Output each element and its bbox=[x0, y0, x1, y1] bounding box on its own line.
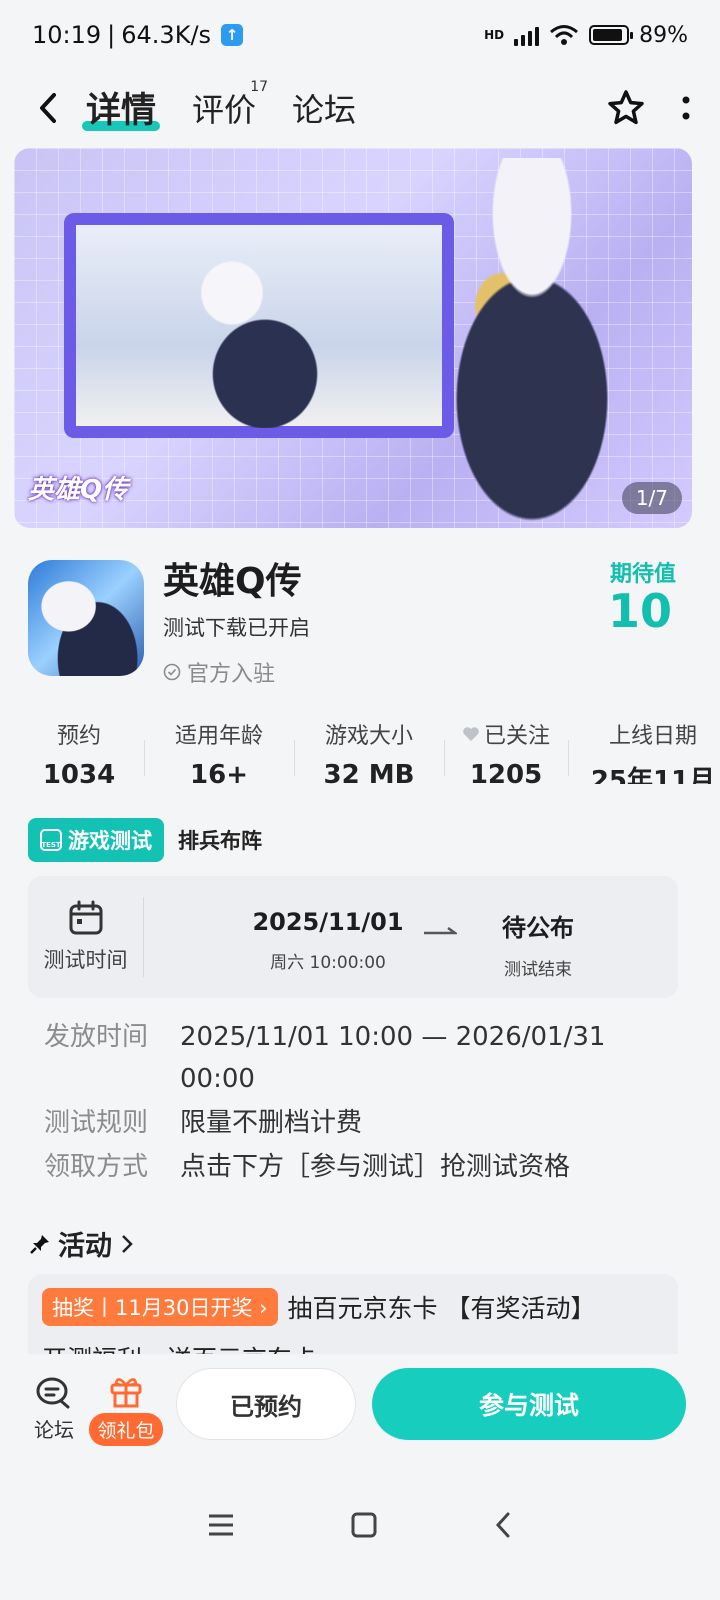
tab-details[interactable]: 详情 bbox=[82, 82, 161, 133]
lottery-badge: 抽奖丨11月30日开奖 › bbox=[42, 1288, 278, 1326]
activity-title: 活动 bbox=[58, 1231, 112, 1262]
game-app-icon bbox=[28, 560, 144, 676]
gift-label: 领礼包 bbox=[89, 1412, 163, 1446]
game-test-tag[interactable]: TEST 游戏测试 bbox=[28, 818, 164, 862]
join-test-button[interactable]: 参与测试 bbox=[372, 1368, 686, 1440]
detail-key: 领取方式 bbox=[44, 1152, 149, 1182]
header: 详情 评价 17 论坛 bbox=[0, 70, 720, 145]
gift-icon bbox=[110, 1377, 142, 1407]
game-subtitle: 测试下载已开启 bbox=[163, 616, 310, 640]
tab-details-label: 详情 bbox=[86, 91, 157, 131]
test-badge-icon: TEST bbox=[40, 829, 62, 851]
official-badge: 官方入驻 bbox=[163, 656, 275, 688]
banner-carousel[interactable]: 英雄Q传 1/7 bbox=[14, 148, 692, 528]
tab-forum[interactable]: 论坛 bbox=[292, 85, 356, 131]
forum-label: 论坛 bbox=[34, 1417, 74, 1442]
menu-icon[interactable] bbox=[207, 1513, 235, 1537]
stat-value: 32 MB bbox=[323, 760, 415, 784]
detail-key: 发放时间 bbox=[44, 1022, 149, 1052]
official-label: 官方入驻 bbox=[187, 662, 276, 687]
reserved-button[interactable]: 已预约 bbox=[176, 1368, 356, 1440]
stat-followers[interactable]: 已关注 1205 bbox=[444, 718, 568, 790]
detail-row-release: 发放时间 2025/11/01 10:00 — 2026/01/31 00:00 bbox=[44, 1016, 684, 1100]
bottom-action-bar: 论坛 领礼包 已预约 参与测试 bbox=[0, 1354, 720, 1464]
test-end-date: 待公布 bbox=[502, 914, 574, 942]
test-end-block: 待公布 测试结束 bbox=[468, 908, 608, 980]
stat-size: 游戏大小 32 MB bbox=[294, 718, 444, 790]
lottery-badge-label: 抽奖丨11月30日开奖 bbox=[52, 1296, 253, 1320]
game-title: 英雄Q传 bbox=[163, 561, 302, 602]
battery-icon bbox=[589, 25, 634, 45]
calendar-icon bbox=[69, 900, 102, 935]
activity-text: 抽百元京东卡 【有奖活动】 bbox=[287, 1294, 596, 1323]
pin-icon bbox=[30, 1234, 49, 1254]
chat-bubble-icon bbox=[36, 1377, 70, 1408]
signal-icon bbox=[514, 24, 540, 46]
stat-value: 25年11月 bbox=[590, 766, 716, 784]
check-circle-icon bbox=[163, 663, 181, 681]
tab-reviews[interactable]: 评价 17 bbox=[192, 79, 268, 131]
reviews-count: 17 bbox=[250, 78, 269, 95]
category-tag[interactable]: 排兵布阵 bbox=[178, 825, 262, 855]
wifi-icon bbox=[550, 25, 579, 45]
arrow-right-icon bbox=[424, 926, 457, 935]
stat-value: 16+ bbox=[190, 760, 248, 784]
tags-row: TEST 游戏测试 排兵布阵 bbox=[28, 818, 262, 862]
test-time-card: 测试时间 2025/11/01 周六 10:00:00 待公布 测试结束 bbox=[28, 876, 678, 998]
game-test-tag-label: 游戏测试 bbox=[68, 829, 152, 853]
star-favorite-icon[interactable] bbox=[606, 88, 646, 128]
stat-release-date: 上线日期 25年11月 bbox=[568, 718, 720, 790]
stat-label: 适用年龄 bbox=[174, 724, 263, 749]
stat-label: 已关注 bbox=[483, 724, 550, 749]
activity-text-secondary: 开测福利，送百元京东卡 bbox=[42, 1340, 664, 1354]
stats-row[interactable]: 预约 1034 适用年龄 16+ 游戏大小 32 MB 已关注 1205 上线日… bbox=[14, 718, 720, 790]
detail-row-rules: 测试规则 限量不删档计费 bbox=[44, 1102, 684, 1144]
test-start-block: 2025/11/01 周六 10:00:00 bbox=[238, 908, 418, 973]
activity-section-header[interactable]: 活动 bbox=[30, 1224, 134, 1263]
home-icon[interactable] bbox=[350, 1511, 378, 1539]
test-details: 发放时间 2025/11/01 10:00 — 2026/01/31 00:00… bbox=[44, 1016, 684, 1190]
detail-value: 点击下方［参与测试］抢测试资格 bbox=[180, 1152, 571, 1182]
stat-reservations: 预约 1034 bbox=[14, 718, 144, 790]
status-bar: 10:19 | 64.3K/s ↑ HD 89% bbox=[0, 0, 720, 70]
hd-label: HD bbox=[484, 28, 505, 42]
chevron-right-icon bbox=[122, 1234, 133, 1253]
battery-percent: 89% bbox=[639, 22, 688, 48]
status-separator: | bbox=[107, 21, 116, 49]
test-time-label: 测试时间 bbox=[43, 948, 128, 972]
detail-value: 限量不删档计费 bbox=[180, 1108, 363, 1138]
banner-mini-character bbox=[144, 248, 364, 428]
back-button[interactable] bbox=[28, 88, 68, 128]
detail-key: 测试规则 bbox=[44, 1108, 149, 1138]
stat-label: 上线日期 bbox=[608, 724, 697, 749]
stat-label: 预约 bbox=[56, 724, 101, 749]
expect-value: 10 bbox=[607, 584, 672, 638]
test-time-label-block: 测试时间 bbox=[28, 897, 144, 977]
test-start-date: 2025/11/01 bbox=[252, 908, 404, 936]
stat-value: 1205 bbox=[469, 760, 543, 784]
test-start-sub: 周六 10:00:00 bbox=[270, 953, 386, 973]
chevron-left-icon bbox=[40, 92, 56, 123]
tab-forum-label: 论坛 bbox=[292, 90, 357, 129]
stat-age: 适用年龄 16+ bbox=[144, 718, 294, 790]
forum-button[interactable]: 论坛 bbox=[22, 1376, 86, 1443]
heart-icon bbox=[463, 727, 479, 741]
detail-row-claim: 领取方式 点击下方［参与测试］抢测试资格 bbox=[44, 1146, 684, 1188]
banner-character-art bbox=[382, 158, 682, 528]
detail-value: 2025/11/01 10:00 — 2026/01/31 00:00 bbox=[180, 1022, 606, 1094]
upload-arrow-icon: ↑ bbox=[221, 24, 244, 46]
network-speed: 64.3K/s bbox=[121, 21, 212, 49]
activity-card[interactable]: 抽奖丨11月30日开奖 › 抽百元京东卡 【有奖活动】 开测福利，送百元京东卡 bbox=[28, 1274, 678, 1354]
more-icon[interactable] bbox=[680, 92, 692, 124]
tab-reviews-label: 评价 bbox=[192, 90, 257, 129]
system-navigation-bar bbox=[0, 1480, 720, 1570]
stat-label: 游戏大小 bbox=[324, 724, 413, 749]
banner-page-counter: 1/7 bbox=[621, 482, 682, 514]
banner-game-logo: 英雄Q传 bbox=[28, 475, 129, 505]
nav-back-icon[interactable] bbox=[493, 1511, 513, 1539]
gift-button[interactable]: 领礼包 bbox=[86, 1373, 166, 1446]
status-time: 10:19 bbox=[32, 21, 102, 49]
test-end-sub: 测试结束 bbox=[504, 960, 572, 980]
stat-value: 1034 bbox=[42, 760, 116, 784]
